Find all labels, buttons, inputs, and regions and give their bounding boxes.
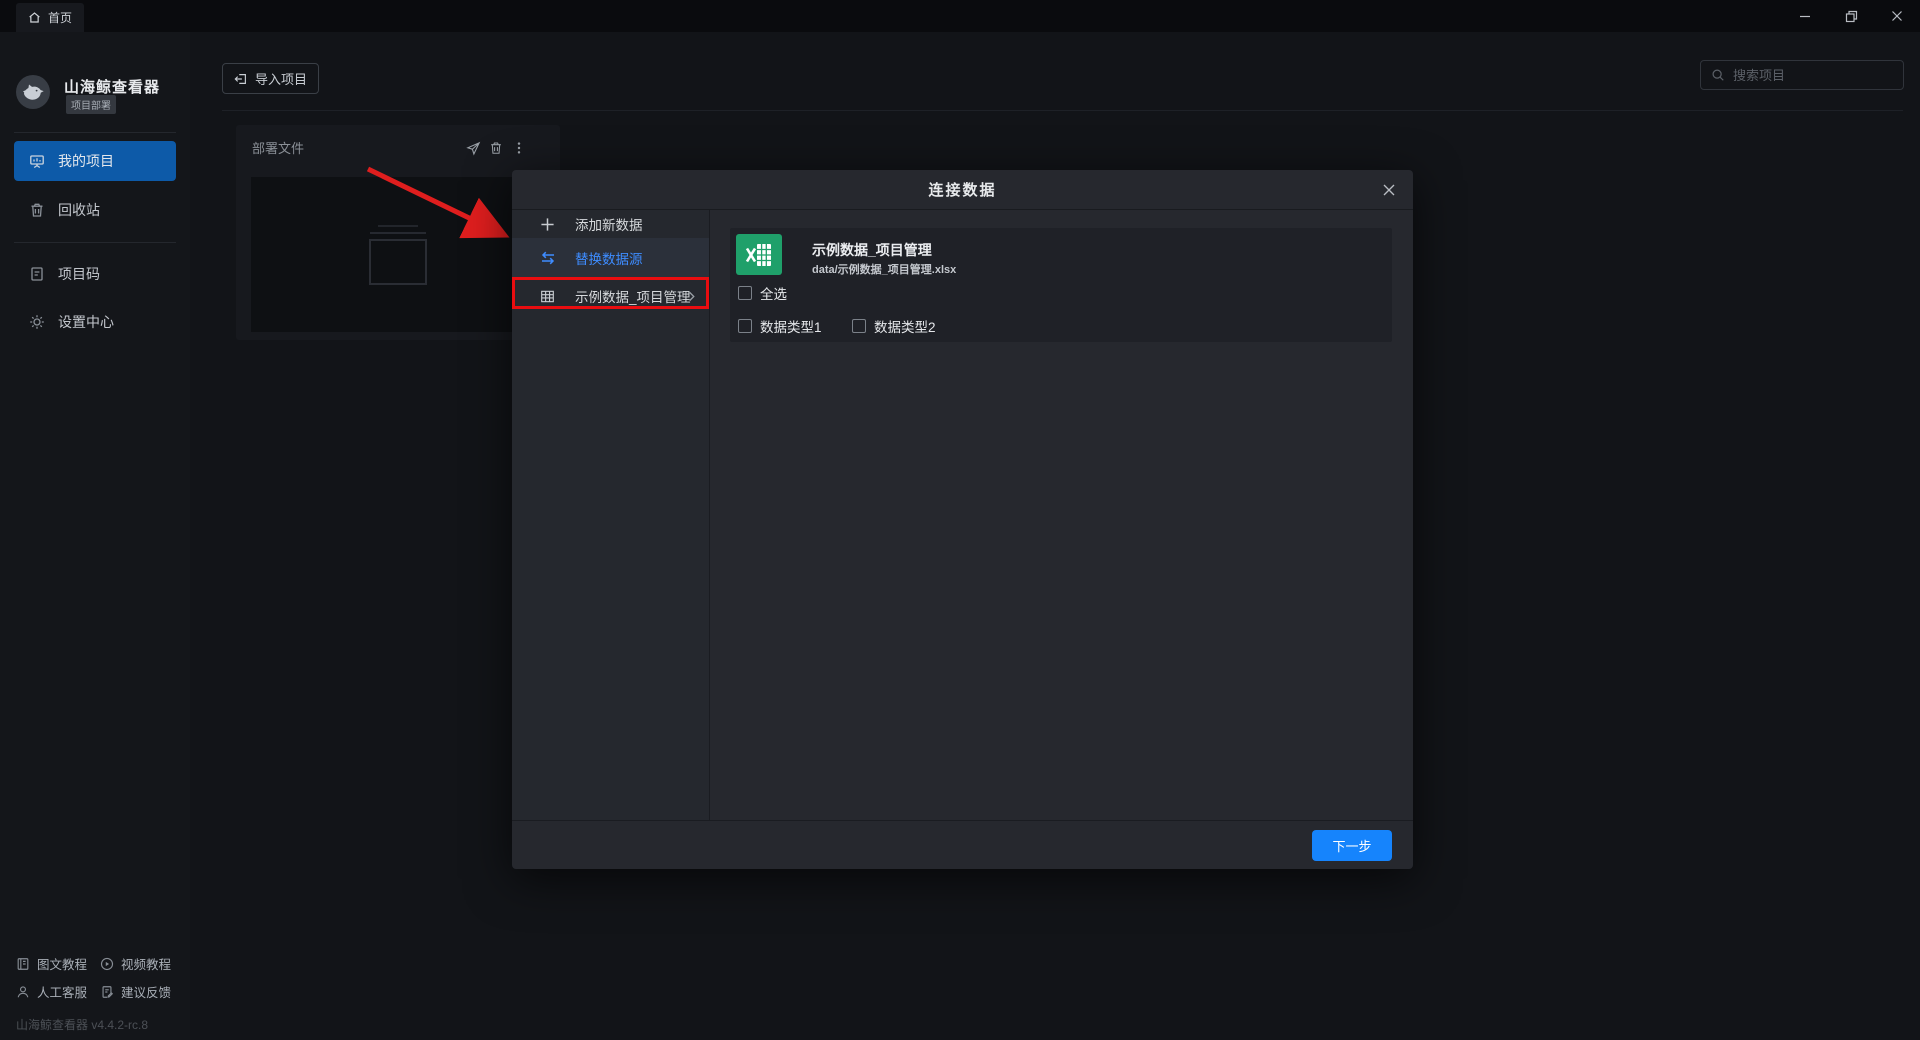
menu-item-sample-data[interactable]: 示例数据_项目管理 <box>512 278 709 314</box>
app-window: 首页 山海鲸查看器 项目部署 我的项目 回收站 项目码 设置中心 图文教程 视频… <box>0 0 1920 1040</box>
delete-icon[interactable] <box>487 139 505 157</box>
project-thumbnail[interactable] <box>251 177 545 332</box>
menu-item-label: 替换数据源 <box>575 252 643 267</box>
sidebar-divider <box>14 242 176 243</box>
tab-home-label: 首页 <box>48 11 73 25</box>
modal-header: 连接数据 <box>512 170 1413 210</box>
data-type-2-label: 数据类型2 <box>874 320 936 335</box>
data-file-name: 示例数据_项目管理 <box>812 242 932 258</box>
menu-item-add-new-data[interactable]: 添加新数据 <box>512 210 709 238</box>
presentation-board-icon <box>29 153 45 169</box>
minimize-button[interactable] <box>1782 0 1828 32</box>
next-step-button[interactable]: 下一步 <box>1312 830 1392 861</box>
menu-item-label: 添加新数据 <box>575 218 643 233</box>
modal-side-menu: 添加新数据 替换数据源 示例数据_项目管理 <box>512 210 710 820</box>
project-card-title: 部署文件 <box>252 141 305 156</box>
sidebar-item-label: 回收站 <box>58 202 100 218</box>
table-icon <box>540 289 555 304</box>
modal-title: 连接数据 <box>928 182 997 199</box>
link-feedback[interactable]: 建议反馈 <box>100 982 171 1001</box>
app-badge: 项目部署 <box>66 95 116 114</box>
more-options-icon[interactable] <box>510 139 528 157</box>
data-type-1-checkbox[interactable] <box>738 319 752 333</box>
data-file-path: data/示例数据_项目管理.xlsx <box>812 264 957 276</box>
import-label: 导入项目 <box>254 72 307 87</box>
footer-link-label: 图文教程 <box>37 958 88 972</box>
person-icon <box>16 985 30 999</box>
home-icon <box>28 11 41 24</box>
footer-link-label: 视频教程 <box>121 958 172 972</box>
feedback-icon <box>100 985 114 999</box>
search-icon <box>1711 68 1725 82</box>
data-type-2-checkbox[interactable] <box>852 319 866 333</box>
select-all-checkbox-row[interactable]: 全选 <box>738 283 787 303</box>
restore-button[interactable] <box>1828 0 1874 32</box>
select-all-label: 全选 <box>760 287 787 302</box>
app-version: 山海鲸查看器 v4.4.2-rc.8 <box>16 1018 149 1032</box>
modal-footer: 下一步 <box>512 820 1413 869</box>
data-type-2-checkbox-row[interactable]: 数据类型2 <box>852 316 936 336</box>
footer-link-label: 人工客服 <box>37 986 88 1000</box>
sidebar-divider <box>14 132 176 133</box>
menu-item-replace-data-source[interactable]: 替换数据源 <box>512 238 709 278</box>
book-icon <box>16 957 30 971</box>
swap-icon <box>540 250 556 266</box>
thumbnail-placeholder-icon <box>369 224 427 285</box>
trash-icon <box>29 202 45 218</box>
gear-icon <box>29 314 45 330</box>
sidebar: 山海鲸查看器 项目部署 我的项目 回收站 项目码 设置中心 图文教程 视频教程 … <box>0 32 190 1040</box>
tab-home[interactable]: 首页 <box>16 3 85 32</box>
publish-icon[interactable] <box>464 139 482 157</box>
play-circle-icon <box>100 957 114 971</box>
search-box <box>1700 60 1909 90</box>
data-type-1-checkbox-row[interactable]: 数据类型1 <box>738 316 822 336</box>
sidebar-item-label: 我的项目 <box>58 153 114 169</box>
app-name: 山海鲸查看器 <box>64 79 161 96</box>
sidebar-item-project-code[interactable]: 项目码 <box>14 254 176 294</box>
titlebar: 首页 <box>0 0 1920 32</box>
data-type-1-label: 数据类型1 <box>760 320 822 335</box>
sidebar-item-my-projects[interactable]: 我的项目 <box>14 141 176 181</box>
plus-icon <box>540 217 555 232</box>
sidebar-item-recycle-bin[interactable]: 回收站 <box>14 190 176 230</box>
modal-close-icon[interactable] <box>1373 174 1405 206</box>
footer-link-label: 建议反馈 <box>121 986 172 1000</box>
window-controls <box>1782 0 1920 32</box>
select-all-checkbox[interactable] <box>738 286 752 300</box>
sidebar-item-settings[interactable]: 设置中心 <box>14 302 176 342</box>
toolbar-divider <box>222 110 1903 111</box>
sidebar-item-label: 设置中心 <box>58 314 114 330</box>
import-project-button[interactable]: 导入项目 <box>222 63 319 94</box>
link-customer-service[interactable]: 人工客服 <box>16 982 87 1001</box>
document-icon <box>29 266 45 282</box>
excel-file-icon <box>736 234 782 275</box>
close-window-button[interactable] <box>1874 0 1920 32</box>
link-image-tutorial[interactable]: 图文教程 <box>16 954 87 973</box>
import-icon <box>234 72 248 86</box>
chevron-right-icon <box>686 291 697 302</box>
link-video-tutorial[interactable]: 视频教程 <box>100 954 171 973</box>
search-input[interactable] <box>1733 67 1909 83</box>
connect-data-modal: 连接数据 添加新数据 替换数据源 示例数据_项目管理 示例数据_项目管理 dat… <box>512 170 1413 869</box>
whale-logo-icon <box>16 75 50 109</box>
menu-item-label: 示例数据_项目管理 <box>575 290 691 305</box>
sidebar-item-label: 项目码 <box>58 266 100 282</box>
data-file-panel: 示例数据_项目管理 data/示例数据_项目管理.xlsx 全选 数据类型1 数… <box>730 228 1392 342</box>
